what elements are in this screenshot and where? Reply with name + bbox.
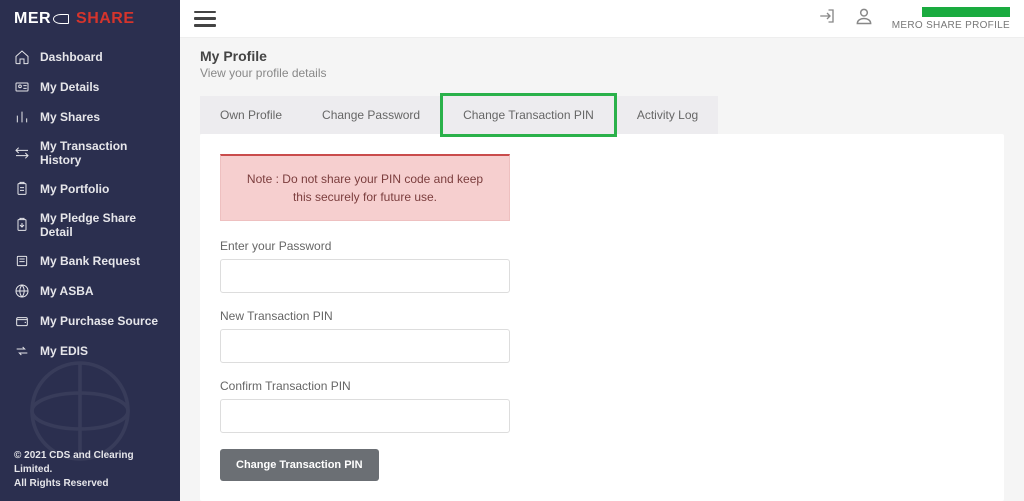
- content-area: My Profile View your profile details Own…: [180, 38, 1024, 501]
- sidebar-item-transaction-history[interactable]: My Transaction History: [0, 132, 180, 174]
- sidebar-item-asba[interactable]: My ASBA: [0, 276, 180, 306]
- tabs: Own Profile Change Password Change Trans…: [200, 96, 1004, 134]
- sidebar-item-label: My ASBA: [40, 284, 94, 298]
- user-icon[interactable]: [854, 6, 874, 31]
- sidebar-item-label: Dashboard: [40, 50, 103, 64]
- sidebar-footer: © 2021 CDS and Clearing Limited. All Rig…: [14, 449, 166, 491]
- sidebar-item-label: My Portfolio: [40, 182, 109, 196]
- wallet-icon: [14, 313, 30, 329]
- id-card-icon: [14, 79, 30, 95]
- footer-copyright: © 2021 CDS and Clearing Limited.: [14, 449, 166, 477]
- sidebar-item-label: My EDIS: [40, 344, 88, 358]
- form-group-confirm-pin: Confirm Transaction PIN: [220, 379, 510, 433]
- sidebar-item-pledge-share[interactable]: My Pledge Share Detail: [0, 204, 180, 246]
- new-pin-input[interactable]: [220, 329, 510, 363]
- globe-icon: [14, 283, 30, 299]
- tab-change-transaction-pin[interactable]: Change Transaction PIN: [440, 93, 617, 137]
- sidebar-item-label: My Purchase Source: [40, 314, 158, 328]
- sidebar-item-label: My Pledge Share Detail: [40, 211, 166, 239]
- profile-label: MERO SHARE PROFILE: [892, 20, 1010, 31]
- sidebar-nav: Dashboard My Details My Shares My Transa…: [0, 42, 180, 366]
- clipboard-arrow-icon: [14, 217, 30, 233]
- password-label: Enter your Password: [220, 239, 510, 253]
- sidebar: MER SHARE Dashboard My Details My Shares…: [0, 0, 180, 501]
- swap-icon: [14, 343, 30, 359]
- page-subtitle: View your profile details: [200, 66, 1004, 80]
- history-icon: [14, 145, 30, 161]
- home-icon: [14, 49, 30, 65]
- topbar: MERO SHARE PROFILE: [180, 0, 1024, 38]
- form-panel: Note : Do not share your PIN code and ke…: [200, 134, 1004, 501]
- footer-rights: All Rights Reserved: [14, 477, 166, 491]
- logout-icon[interactable]: [818, 7, 836, 30]
- sidebar-item-purchase-source[interactable]: My Purchase Source: [0, 306, 180, 336]
- confirm-pin-label: Confirm Transaction PIN: [220, 379, 510, 393]
- change-pin-button[interactable]: Change Transaction PIN: [220, 449, 379, 481]
- sidebar-item-my-shares[interactable]: My Shares: [0, 102, 180, 132]
- fish-icon: [53, 14, 69, 24]
- logo-text-mero: MER: [14, 10, 51, 27]
- main: MERO SHARE PROFILE My Profile View your …: [180, 0, 1024, 501]
- sidebar-item-dashboard[interactable]: Dashboard: [0, 42, 180, 72]
- menu-toggle-button[interactable]: [194, 11, 216, 27]
- user-name-redacted: [922, 7, 1010, 17]
- password-input[interactable]: [220, 259, 510, 293]
- form-group-password: Enter your Password: [220, 239, 510, 293]
- logo-text-share: SHARE: [76, 10, 135, 27]
- sidebar-item-my-details[interactable]: My Details: [0, 72, 180, 102]
- document-icon: [14, 253, 30, 269]
- app-logo: MER SHARE: [0, 0, 180, 36]
- tab-change-password[interactable]: Change Password: [302, 96, 440, 134]
- sidebar-item-label: My Transaction History: [40, 139, 166, 167]
- sidebar-item-edis[interactable]: My EDIS: [0, 336, 180, 366]
- warning-note: Note : Do not share your PIN code and ke…: [220, 154, 510, 221]
- sidebar-item-label: My Shares: [40, 110, 100, 124]
- confirm-pin-input[interactable]: [220, 399, 510, 433]
- form-group-new-pin: New Transaction PIN: [220, 309, 510, 363]
- sidebar-item-label: My Bank Request: [40, 254, 140, 268]
- page-title: My Profile: [200, 48, 1004, 64]
- tab-activity-log[interactable]: Activity Log: [617, 96, 718, 134]
- tab-own-profile[interactable]: Own Profile: [200, 96, 302, 134]
- clipboard-icon: [14, 181, 30, 197]
- sidebar-item-label: My Details: [40, 80, 99, 94]
- sidebar-item-portfolio[interactable]: My Portfolio: [0, 174, 180, 204]
- new-pin-label: New Transaction PIN: [220, 309, 510, 323]
- topbar-right: MERO SHARE PROFILE: [818, 6, 1010, 31]
- bar-chart-icon: [14, 109, 30, 125]
- sidebar-item-bank-request[interactable]: My Bank Request: [0, 246, 180, 276]
- profile-block[interactable]: MERO SHARE PROFILE: [892, 7, 1010, 31]
